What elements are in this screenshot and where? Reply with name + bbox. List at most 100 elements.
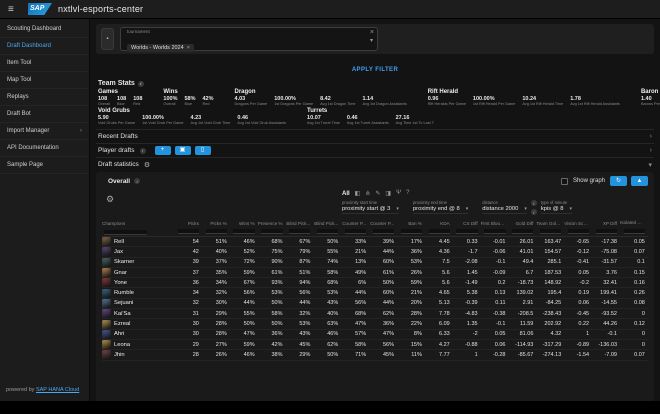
apply-filter-button[interactable]: APPLY FILTER (352, 67, 398, 73)
table-row-leona[interactable]: Leona2927%59%42%45%62%58%56%15%4.27-0.88… (102, 340, 648, 350)
role-bot-icon[interactable]: ◨ (385, 190, 391, 197)
dropdown-value[interactable]: kpis @ 8▾ (541, 206, 572, 214)
role-mid-icon[interactable]: ✎ (375, 190, 380, 197)
column-filter-input[interactable] (345, 229, 366, 234)
sidebar-item-draft-bot[interactable]: Draft Bot (0, 106, 89, 123)
column-header-presence[interactable]: Presence % (258, 221, 286, 226)
column-header-counter-p[interactable]: Counter P... (369, 221, 397, 226)
gear-icon[interactable]: ⚙ (144, 161, 150, 169)
info-icon[interactable]: i (531, 200, 537, 206)
panel-settings-gear-icon[interactable]: ⚙ (106, 194, 114, 205)
column-filter-input[interactable] (317, 229, 338, 234)
column-header-ban[interactable]: Ban % (397, 221, 425, 226)
chevron-down-icon[interactable]: ▾ (648, 161, 652, 169)
table-row-rell[interactable]: Rell5451%46%68%67%50%33%39%17%4.450.33-0… (102, 237, 648, 247)
info-icon[interactable]: i (531, 209, 537, 215)
hamburger-menu-icon[interactable]: ≡ (8, 4, 24, 15)
draft-statistics-section[interactable]: Draft statistics ⚙ ▾ (96, 157, 654, 171)
dropdown-value[interactable]: proximity end @ 8▾ (413, 206, 468, 214)
dropdown-value[interactable]: distance 2000▾ (482, 206, 527, 214)
column-filter-input[interactable] (624, 229, 645, 234)
clear-filter-icon[interactable]: × (370, 29, 374, 36)
refresh-button[interactable]: ↻ (610, 176, 627, 186)
sidebar-item-item-tool[interactable]: Item Tool (0, 55, 89, 72)
save-draft-button[interactable]: ▣ (175, 146, 191, 155)
dropdown-proximity-end-time[interactable]: proximity end timeproximity end @ 8▾ (413, 200, 468, 214)
tournament-chip[interactable]: Worlds - Worlds 2024 × (127, 44, 194, 52)
column-filter-input[interactable] (104, 230, 147, 235)
column-filter-input[interactable] (261, 229, 282, 234)
table-row-sejuani[interactable]: Sejuani3230%44%50%44%43%56%44%20%5.13-0.… (102, 299, 648, 309)
info-icon[interactable]: i (140, 148, 146, 154)
dropdown-type-of-minute[interactable]: iitype of minutekpis @ 8▾ (541, 200, 572, 214)
table-row-ahri[interactable]: Ahri3028%47%36%43%46%57%47%8%6.33-20.058… (102, 330, 648, 340)
add-draft-button[interactable]: + (155, 146, 171, 155)
column-header-isolated-d[interactable]: Isolated D...⚙↔ (620, 220, 648, 226)
dropdown-distance[interactable]: distancedistance 2000▾ (482, 200, 527, 214)
sidebar-item-sample-page[interactable]: Sample Page (0, 157, 89, 174)
chevron-right-icon[interactable]: › (650, 133, 652, 140)
column-header-picks[interactable]: Picks (174, 221, 202, 226)
table-row-rumble[interactable]: Rumble3432%56%53%56%53%44%60%21%4.655.38… (102, 288, 648, 298)
player-drafts-section[interactable]: Player drafts i +▣▯ › (96, 143, 654, 157)
column-filter-input[interactable] (596, 229, 617, 234)
column-filter-input[interactable] (484, 229, 505, 234)
sidebar-item-replays[interactable]: Replays (0, 89, 89, 106)
column-header-blind-pick[interactable]: Blind Pick... (313, 221, 341, 226)
delete-draft-button[interactable]: ▯ (195, 146, 211, 155)
table-row-jhin[interactable]: Jhin2826%46%38%29%50%71%45%11%7.771-0.28… (102, 350, 648, 360)
role-support-icon[interactable]: Ψ (396, 190, 401, 197)
column-filter-input[interactable] (289, 229, 310, 234)
table-row-ezreal[interactable]: Ezreal3028%50%50%53%63%47%36%22%6.091.35… (102, 319, 648, 329)
table-row-kai-sa[interactable]: Kai'Sa3129%55%58%32%40%68%62%28%7.78-4.8… (102, 309, 648, 319)
dropdown-value[interactable]: proximity start @ 3▾ (342, 206, 399, 214)
upload-button[interactable]: ▲ (631, 176, 648, 186)
chevron-right-icon[interactable]: › (650, 147, 652, 154)
column-filter-input[interactable] (568, 229, 589, 234)
recent-drafts-section[interactable]: Recent Drafts › (96, 129, 654, 143)
table-row-gnar[interactable]: Gnar3735%59%61%51%58%49%61%26%5.61.45-0.… (102, 268, 648, 278)
dropdown-proximity-start-time[interactable]: proximity start timeproximity start @ 3▾ (342, 200, 399, 214)
column-filter-input[interactable] (456, 229, 477, 234)
table-row-yone[interactable]: Yone3634%67%93%94%68%6%50%59%5.6-1.490.2… (102, 278, 648, 288)
column-header-xp-diff[interactable]: XP Diff (592, 221, 620, 226)
column-header-wins[interactable]: Wins % (230, 221, 258, 226)
column-filter-input[interactable] (373, 229, 394, 234)
tournament-filter-field[interactable]: tournament Worlds - Worlds 2024 × × ▾ (120, 27, 378, 51)
column-filter-input[interactable] (206, 229, 227, 234)
column-header-vision-score-diff[interactable]: Vision Score Diff (564, 221, 592, 226)
tab-overall[interactable]: Overall (102, 178, 130, 185)
column-header-picks[interactable]: Picks % (202, 221, 230, 226)
column-filter-input[interactable] (512, 229, 533, 234)
sap-hana-cloud-link[interactable]: SAP HANA Cloud (36, 387, 79, 393)
info-icon[interactable]: i (134, 178, 140, 184)
role-jungle-icon[interactable]: ⋔ (365, 190, 370, 197)
role-top-icon[interactable]: ◧ (355, 190, 361, 197)
chip-remove-icon[interactable]: × (187, 45, 190, 51)
column-header-kda[interactable]: KDA (425, 221, 453, 226)
help-icon[interactable]: ? (406, 190, 409, 197)
column-filter-input[interactable] (540, 229, 561, 234)
column-header-cs-diff[interactable]: CS Diff (453, 221, 481, 226)
table-settings-icon[interactable]: ⚙ (646, 220, 648, 225)
table-row-jax[interactable]: Jax4240%52%75%79%55%21%44%36%4.36-1.7-0.… (102, 247, 648, 257)
column-header-champions[interactable]: Champions (102, 221, 174, 226)
column-header-team-gold-diff[interactable]: Team Gold Diff (536, 221, 564, 226)
role-filter-all[interactable]: All (342, 191, 350, 197)
column-header-gold-diff[interactable]: Gold Diff (509, 221, 537, 226)
sidebar-item-import-manager[interactable]: Import Manager› (0, 123, 89, 140)
filter-presets-button[interactable]: ▪ (101, 28, 114, 50)
column-filter-input[interactable] (429, 229, 450, 234)
chevron-down-icon[interactable]: ▾ (370, 37, 373, 44)
column-filter-input[interactable] (178, 229, 199, 234)
column-header-counter-p[interactable]: Counter P... (341, 221, 369, 226)
sidebar-item-draft-dashboard[interactable]: Draft Dashboard (0, 38, 89, 55)
column-header-first-bloods-diff[interactable]: First Bloods Diff (481, 221, 509, 226)
table-row-skarner[interactable]: Skarner3937%72%90%87%74%13%60%53%7.5-2.0… (102, 258, 648, 268)
column-filter-input[interactable] (401, 229, 422, 234)
column-header-blind-pick[interactable]: Blind Pick... (286, 221, 314, 226)
column-filter-input[interactable] (233, 229, 254, 234)
sidebar-item-scouting-dashboard[interactable]: Scouting Dashboard (0, 21, 89, 38)
info-icon[interactable]: i (138, 81, 144, 87)
show-graph-checkbox[interactable] (561, 178, 568, 185)
